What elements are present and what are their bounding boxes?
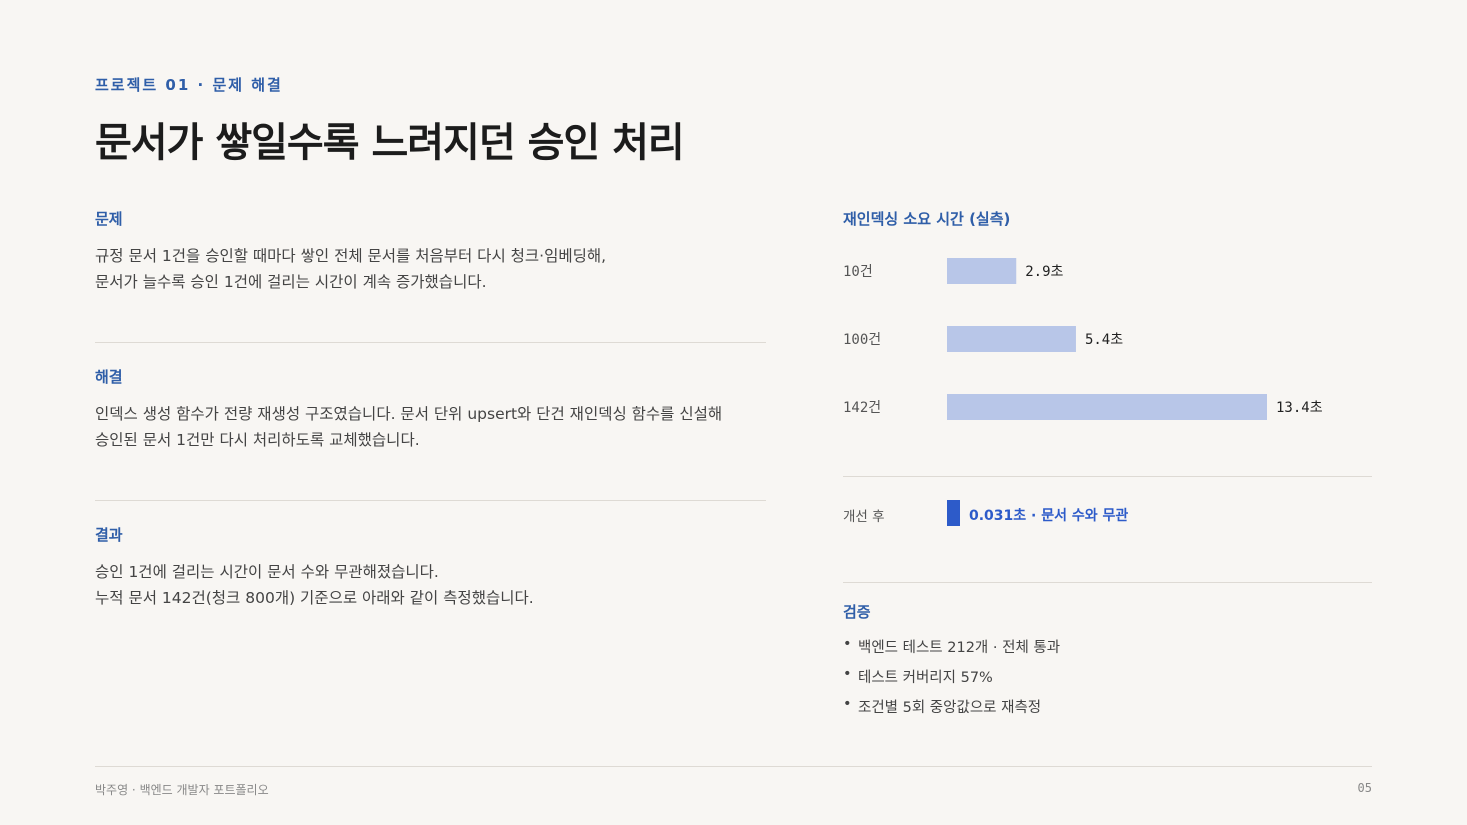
verification-item: 조건별 5회 중앙값으로 재측정 [843,696,1060,726]
bar [947,326,1076,352]
category-label: 142건 [843,400,881,416]
after-label: 개선 후 [843,509,885,525]
after-bar [947,500,960,526]
bar [947,394,1267,420]
footer-divider [95,766,1372,767]
verification-item: 테스트 커버리지 57% [843,666,1060,696]
verification-heading: 검증 [843,603,871,621]
verification-item: 백엔드 테스트 212개 · 전체 통과 [843,636,1060,666]
section-problem: 문제 규정 문서 1건을 승인할 때마다 쌓인 전체 문서를 처음부터 다시 청… [95,208,766,295]
section-line: 승인 1건에 걸리는 시간이 문서 수와 무관해졌습니다. [95,563,439,581]
reindex-time-chart: 10건 2.9초 100건 5.4초 142건 13.4초 [843,258,1323,420]
section-heading: 해결 [95,368,123,386]
section-result: 결과 승인 1건에 걸리는 시간이 문서 수와 무관해졌습니다. 누적 문서 1… [95,524,766,611]
divider [843,582,1372,583]
page-number: 05 [1357,781,1372,795]
section-body: 규정 문서 1건을 승인할 때마다 쌓인 전체 문서를 처음부터 다시 청크·임… [95,243,766,295]
section-solution: 해결 인덱스 생성 함수가 전량 재생성 구조였습니다. 문서 단위 upser… [95,366,766,453]
section-body: 인덱스 생성 함수가 전량 재생성 구조였습니다. 문서 단위 upsert와 … [95,401,766,453]
section-heading: 결과 [95,526,123,544]
category-label: 10건 [843,264,873,280]
section-line: 인덱스 생성 함수가 전량 재생성 구조였습니다. 문서 단위 upsert와 … [95,405,723,423]
footer-author: 박주영 · 백엔드 개발자 포트폴리오 [95,783,269,797]
divider [95,500,766,501]
divider [95,342,766,343]
section-body: 승인 1건에 걸리는 시간이 문서 수와 무관해졌습니다. 누적 문서 142건… [95,559,766,611]
data-label: 5.4초 [1085,332,1123,348]
section-line: 승인된 문서 1건만 다시 처리하도록 교체했습니다. [95,431,420,449]
data-label: 2.9초 [1025,264,1063,280]
section-line: 문서가 늘수록 승인 1건에 걸리는 시간이 계속 증가했습니다. [95,273,487,291]
data-label: 13.4초 [1276,400,1323,416]
after-value-label: 0.031초 · 문서 수와 무관 [969,508,1129,524]
after-improvement-row: 개선 후 0.031초 · 문서 수와 무관 [843,500,1372,526]
chart-title: 재인덱싱 소요 시간 (실측) [843,210,1011,228]
page-title: 문서가 쌓일수록 느려지던 승인 처리 [95,120,685,166]
section-line: 누적 문서 142건(청크 800개) 기준으로 아래와 같이 측정했습니다. [95,589,534,607]
section-line: 규정 문서 1건을 승인할 때마다 쌓인 전체 문서를 처음부터 다시 청크·임… [95,247,607,265]
bar [947,258,1017,284]
divider [843,476,1372,477]
eyebrow: 프로젝트 01 · 문제 해결 [95,76,283,94]
verification-list: 백엔드 테스트 212개 · 전체 통과 테스트 커버리지 57% 조건별 5회… [843,636,1060,726]
section-heading: 문제 [95,210,123,228]
category-label: 100건 [843,332,881,348]
